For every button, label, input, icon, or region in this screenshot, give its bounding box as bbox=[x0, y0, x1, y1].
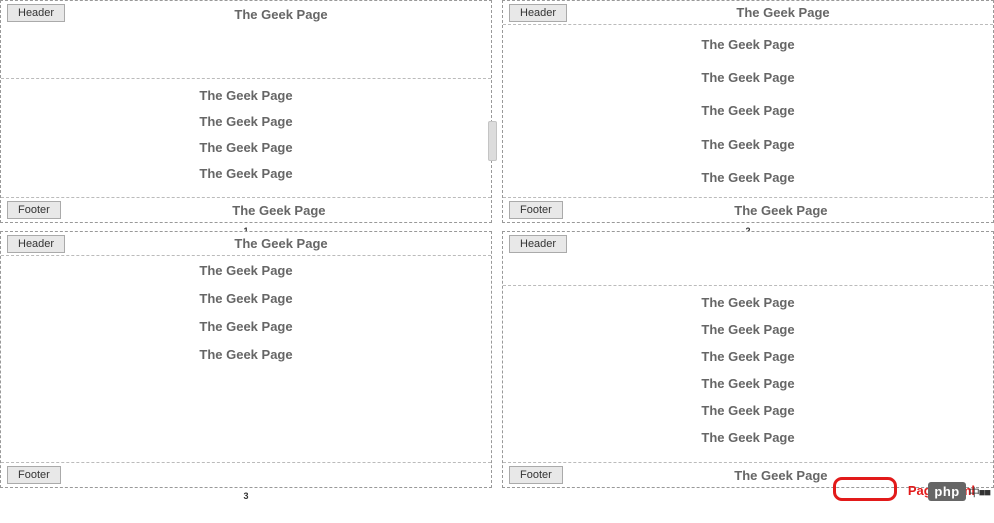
watermark-suffix: 中■■ bbox=[969, 484, 990, 500]
body-line: The Geek Page bbox=[1, 111, 491, 132]
header-tag: Header bbox=[7, 235, 65, 253]
body-line: The Geek Page bbox=[1, 163, 491, 184]
page-body[interactable]: The Geek Page The Geek Page The Geek Pag… bbox=[1, 79, 491, 197]
body-line: The Geek Page bbox=[503, 346, 993, 367]
footer-content bbox=[67, 472, 491, 478]
body-line: The Geek Page bbox=[503, 100, 993, 121]
header-content: The Geek Page bbox=[573, 2, 993, 23]
footer-tag: Footer bbox=[509, 201, 563, 219]
footer-region[interactable]: Footer bbox=[1, 462, 491, 487]
footer-region[interactable]: Footer The Geek Page bbox=[1, 197, 491, 222]
header-content bbox=[573, 232, 993, 238]
body-line: The Geek Page bbox=[503, 373, 993, 394]
body-line: The Geek Page bbox=[503, 400, 993, 421]
page-3: Header The Geek Page The Geek Page The G… bbox=[0, 231, 492, 488]
page-number: 3 bbox=[1, 487, 491, 505]
body-line: The Geek Page bbox=[1, 316, 491, 337]
page-body[interactable]: The Geek Page The Geek Page The Geek Pag… bbox=[503, 286, 993, 462]
body-line: The Geek Page bbox=[503, 292, 993, 313]
page-number-callout-box bbox=[833, 477, 897, 501]
footer-tag: Footer bbox=[509, 466, 563, 484]
page-body[interactable]: The Geek Page The Geek Page The Geek Pag… bbox=[1, 256, 491, 462]
body-line: The Geek Page bbox=[1, 288, 491, 309]
body-line: The Geek Page bbox=[503, 427, 993, 448]
header-tag: Header bbox=[509, 4, 567, 22]
body-line: The Geek Page bbox=[503, 319, 993, 340]
body-line: The Geek Page bbox=[1, 137, 491, 158]
body-line: The Geek Page bbox=[503, 34, 993, 55]
header-content: The Geek Page bbox=[71, 233, 491, 254]
header-tag: Header bbox=[509, 235, 567, 253]
footer-region[interactable]: Footer The Geek Page bbox=[503, 197, 993, 222]
body-line: The Geek Page bbox=[1, 344, 491, 365]
watermark-text: php bbox=[928, 482, 965, 501]
page-number-area: Page Numl bbox=[503, 487, 993, 495]
body-line: The Geek Page bbox=[503, 134, 993, 155]
body-line: The Geek Page bbox=[503, 67, 993, 88]
header-content: The Geek Page bbox=[71, 1, 491, 25]
body-line: The Geek Page bbox=[1, 85, 491, 106]
page-body[interactable]: The Geek Page The Geek Page The Geek Pag… bbox=[503, 25, 993, 197]
footer-content: The Geek Page bbox=[569, 200, 993, 221]
header-region[interactable]: Header The Geek Page bbox=[1, 1, 491, 79]
header-tag: Header bbox=[7, 4, 65, 22]
page-1: Header The Geek Page The Geek Page The G… bbox=[0, 0, 492, 223]
page-4: Header The Geek Page The Geek Page The G… bbox=[502, 231, 994, 488]
footer-tag: Footer bbox=[7, 466, 61, 484]
scrollbar-thumb[interactable] bbox=[488, 121, 497, 161]
body-line: The Geek Page bbox=[1, 260, 491, 281]
header-region[interactable]: Header bbox=[503, 232, 993, 286]
page-grid: Header The Geek Page The Geek Page The G… bbox=[0, 0, 994, 488]
header-region[interactable]: Header The Geek Page bbox=[503, 1, 993, 25]
watermark-badge: php 中■■ bbox=[928, 482, 990, 501]
body-line: The Geek Page bbox=[503, 167, 993, 188]
header-region[interactable]: Header The Geek Page bbox=[1, 232, 491, 256]
footer-tag: Footer bbox=[7, 201, 61, 219]
footer-content: The Geek Page bbox=[67, 200, 491, 221]
page-2: Header The Geek Page The Geek Page The G… bbox=[502, 0, 994, 223]
